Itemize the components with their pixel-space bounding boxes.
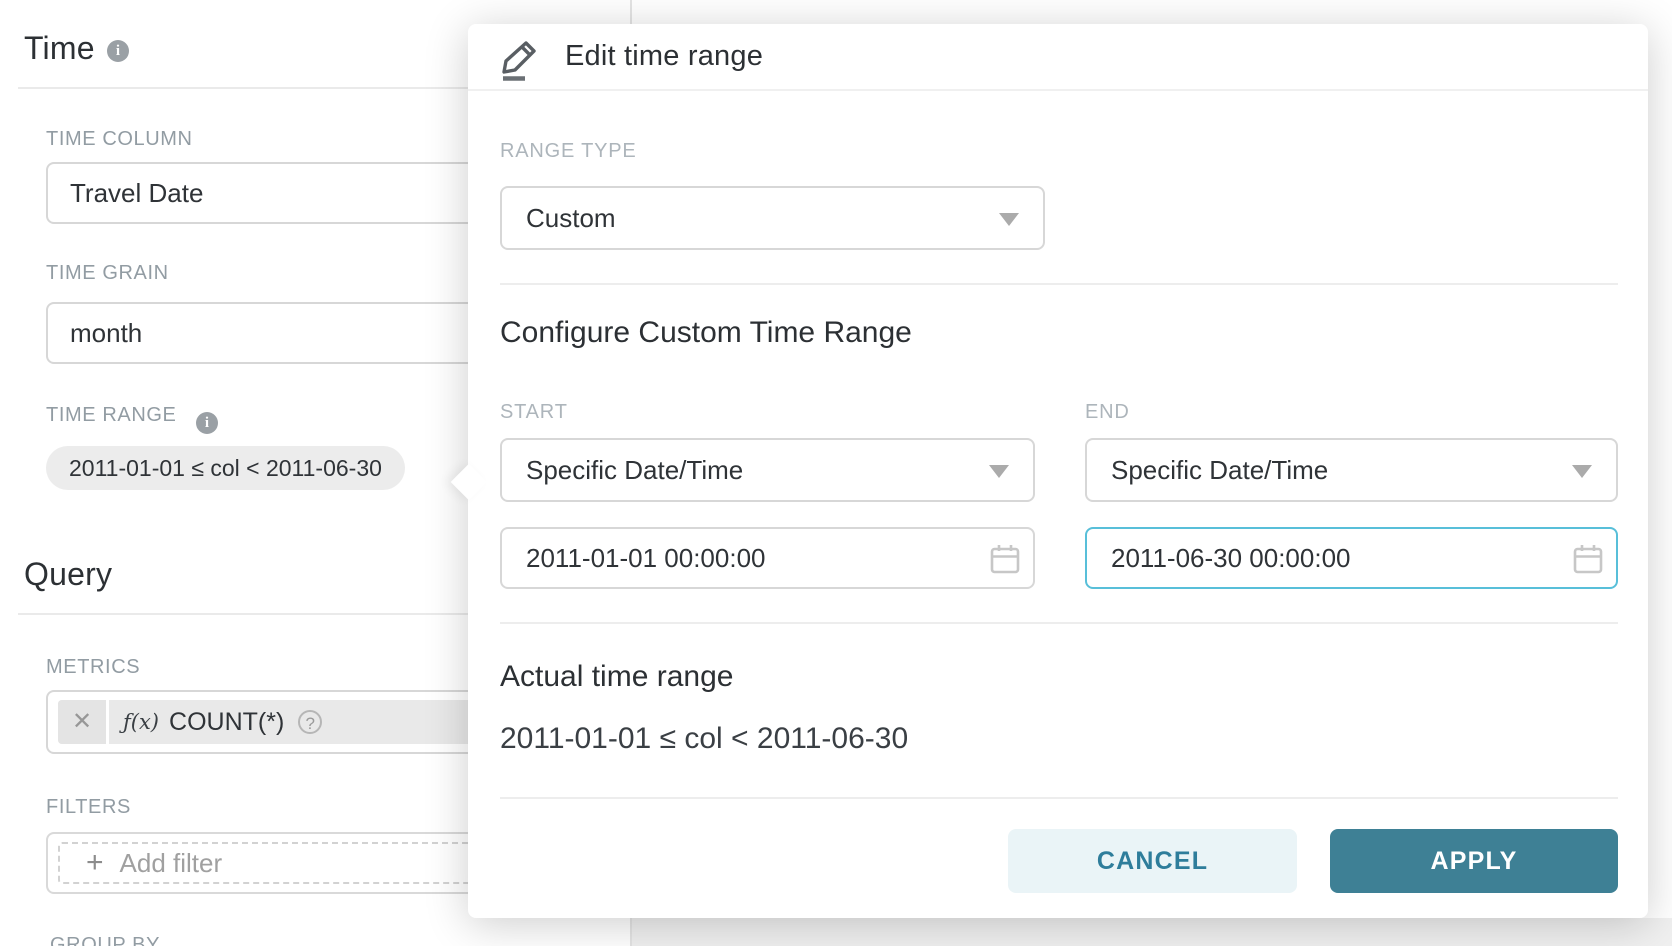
start-datetime-input[interactable] [500,527,1035,589]
actual-range-heading: Actual time range [500,660,733,694]
divider [468,89,1648,91]
end-datetime-input[interactable] [1085,527,1618,589]
pencil-edit-icon [498,34,544,87]
range-type-select[interactable]: Custom [500,186,1045,250]
time-range-pill[interactable]: 2011-01-01 ≤ col < 2011-06-30 [46,446,405,490]
remove-metric-icon[interactable]: ✕ [58,700,109,744]
end-mode-value: Specific Date/Time [1111,455,1328,485]
divider [500,622,1618,624]
chevron-down-icon [999,213,1019,226]
chevron-down-icon [1572,465,1592,478]
function-icon: ƒ(x) [123,710,159,734]
time-section-title: Time [24,30,95,67]
range-type-label: RANGE TYPE [500,140,637,163]
configure-heading: Configure Custom Time Range [500,316,912,350]
help-icon: ? [298,710,322,734]
plus-icon: + [86,848,104,878]
time-range-label: TIME RANGE [46,404,176,427]
group-by-label: GROUP BY [50,934,160,946]
info-icon: i [196,412,218,434]
start-mode-select[interactable]: Specific Date/Time [500,438,1035,502]
metric-value: COUNT(*) [169,708,284,737]
actual-range-value: 2011-01-01 ≤ col < 2011-06-30 [500,722,908,756]
end-label: END [1085,401,1130,424]
query-section-title: Query [24,556,112,593]
divider [500,797,1618,799]
start-label: START [500,401,568,424]
range-type-value: Custom [526,203,616,233]
chart-area-edge [632,918,1672,946]
divider [500,283,1618,285]
time-grain-label: TIME GRAIN [46,262,169,285]
apply-button[interactable]: APPLY [1330,829,1618,893]
filters-label: FILTERS [46,796,131,819]
edit-time-range-popover: Edit time range RANGE TYPE Custom Config… [468,24,1648,918]
popover-title: Edit time range [565,40,763,73]
cancel-button[interactable]: CANCEL [1008,829,1297,893]
add-filter-label: Add filter [120,848,223,879]
start-mode-value: Specific Date/Time [526,455,743,485]
end-mode-select[interactable]: Specific Date/Time [1085,438,1618,502]
chevron-down-icon [989,465,1009,478]
calendar-icon[interactable] [989,542,1021,581]
time-column-label: TIME COLUMN [46,128,193,151]
explore-page: Time i TIME COLUMN Travel Date TIME GRAI… [0,0,1672,946]
calendar-icon[interactable] [1572,542,1604,581]
metrics-label: METRICS [46,656,140,679]
info-icon: i [107,40,129,62]
